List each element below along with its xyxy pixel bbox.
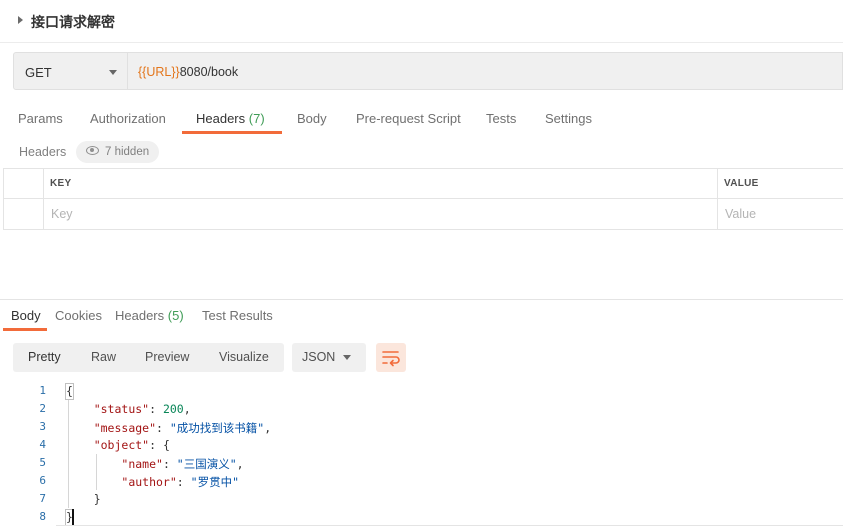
table-divider-check	[43, 168, 44, 230]
response-tab-test-results[interactable]: Test Results	[202, 308, 273, 323]
url-path: 8080/book	[179, 65, 239, 79]
code-line[interactable]: }	[66, 492, 101, 506]
url-text: {{URL}}8080/book	[138, 65, 238, 79]
tab-headers-count: (7)	[248, 111, 265, 126]
headers-label: Headers	[19, 145, 67, 159]
line-number: 6	[39, 474, 46, 487]
line-number: 4	[39, 438, 46, 451]
request-title[interactable]: 接口请求解密	[31, 12, 115, 32]
active-tab-indicator	[182, 131, 282, 134]
wrap-lines-button[interactable]	[376, 343, 406, 372]
eye-icon	[86, 146, 99, 156]
tab-body[interactable]: Body	[297, 111, 327, 133]
url-input[interactable]: {{URL}}8080/book	[128, 52, 843, 90]
view-visualize-button[interactable]: Visualize	[219, 350, 269, 364]
tab-tests[interactable]: Tests	[486, 111, 516, 133]
table-divider-value	[717, 168, 718, 230]
text-cursor	[72, 509, 74, 525]
tab-headers-label: Headers	[196, 111, 246, 126]
response-tab-headers[interactable]: Headers (5)	[115, 308, 184, 323]
line-number: 2	[39, 402, 46, 415]
line-number: 3	[39, 420, 46, 433]
response-active-tab-indicator	[3, 328, 47, 331]
method-select[interactable]: GET	[13, 52, 128, 90]
hidden-headers-toggle[interactable]: 7 hidden	[76, 141, 160, 163]
view-mode-group: Pretty Raw Preview Visualize	[13, 343, 284, 372]
column-header-key: KEY	[50, 178, 72, 189]
line-number: 1	[39, 384, 46, 397]
tab-params[interactable]: Params	[18, 111, 63, 133]
view-pretty-button[interactable]: Pretty	[28, 350, 61, 364]
line-number: 5	[39, 456, 46, 469]
tab-settings[interactable]: Settings	[545, 111, 592, 133]
caret-right-icon[interactable]	[18, 16, 23, 24]
column-header-value: VALUE	[724, 178, 759, 189]
code-line[interactable]: "author": "罗贯中"	[66, 474, 239, 490]
response-tab-body[interactable]: Body	[11, 308, 41, 323]
code-line[interactable]: "message": "成功找到该书籍",	[66, 420, 271, 436]
method-label: GET	[25, 65, 52, 80]
line-number: 8	[39, 510, 46, 523]
chevron-down-icon	[109, 70, 117, 75]
view-preview-button[interactable]: Preview	[145, 350, 189, 364]
code-line[interactable]: "status": 200,	[66, 402, 191, 416]
response-tab-cookies[interactable]: Cookies	[55, 308, 102, 323]
tab-pre-request-script[interactable]: Pre-request Script	[356, 111, 461, 133]
url-variable: {{URL}}	[138, 65, 180, 79]
table-border-left	[3, 168, 4, 230]
value-input[interactable]: Value	[725, 207, 756, 221]
wrap-lines-icon	[382, 351, 400, 367]
format-label: JSON	[302, 350, 336, 364]
chevron-down-icon	[343, 355, 351, 360]
hidden-headers-text: 7 hidden	[105, 146, 150, 158]
code-line[interactable]: {	[66, 384, 73, 398]
response-tab-headers-count: (5)	[167, 308, 184, 323]
response-divider	[0, 299, 843, 300]
tab-authorization[interactable]: Authorization	[90, 111, 166, 133]
request-title-bar: 接口请求解密	[0, 0, 843, 43]
key-input[interactable]: Key	[51, 207, 73, 221]
response-tab-headers-label: Headers	[115, 308, 165, 323]
code-line[interactable]: "object": {	[66, 438, 170, 452]
line-number: 7	[39, 492, 46, 505]
tab-headers[interactable]: Headers (7)	[196, 111, 265, 133]
view-raw-button[interactable]: Raw	[91, 350, 116, 364]
format-select[interactable]: JSON	[292, 343, 366, 372]
code-line[interactable]: "name": "三国演义",	[66, 456, 243, 472]
